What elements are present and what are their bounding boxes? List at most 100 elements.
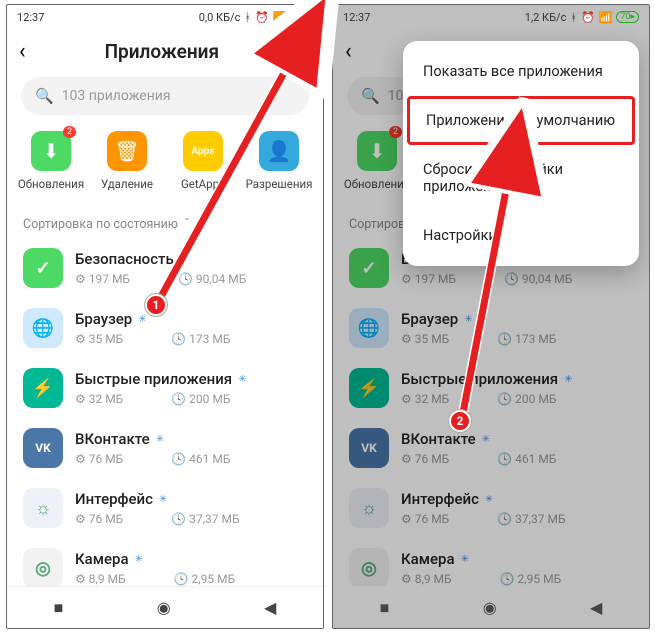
app-disk: 🕓 90,04 МБ bbox=[504, 272, 572, 286]
app-ram: ⚙ 197 МБ bbox=[401, 272, 456, 286]
app-row[interactable]: ☼ Интерфейс ✳ ⚙ 76 МБ 🕓 37,37 МБ bbox=[7, 478, 323, 538]
app-name: ВКонтакте ✳ bbox=[75, 430, 307, 448]
download-icon: ⬇2 bbox=[31, 131, 71, 171]
app-icon: ☼ bbox=[349, 488, 389, 528]
app-row[interactable]: ⚡ Быстрые приложения ✳ ⚙ 32 МБ 🕓 200 МБ bbox=[333, 358, 649, 418]
app-disk: 🕓 200 МБ bbox=[497, 392, 556, 406]
app-disk: 🕓 173 МБ bbox=[171, 332, 230, 346]
status-icons: 0,0 КБ/с ᚼ ⏰ 📶 70▸ bbox=[199, 11, 313, 24]
loading-icon: ✳ bbox=[564, 374, 572, 385]
loading-icon: ✳ bbox=[156, 434, 164, 445]
loading-icon: ✳ bbox=[135, 554, 143, 565]
app-name: Интерфейс ✳ bbox=[75, 490, 307, 508]
app-row[interactable]: 🌐Браузер ✳⚙ 35 МБ🕓 173 МБ bbox=[333, 298, 649, 358]
status-time: 12:37 bbox=[17, 11, 44, 24]
status-bar: 12:37 0,0 КБ/с ᚼ ⏰ 📶 70▸ bbox=[7, 5, 323, 29]
permissions-icon: 👤 bbox=[259, 131, 299, 171]
app-row[interactable]: VK ВКонтакте ✳ ⚙ 76 МБ 🕓 461 МБ bbox=[7, 418, 323, 478]
quick-actions: ⬇2 Обновления 🗑 Удаление Apps GetApps 👤 … bbox=[7, 127, 323, 207]
app-name: Интерфейс ✳ bbox=[401, 490, 633, 508]
app-ram: ⚙ 76 МБ bbox=[75, 452, 123, 466]
loading-icon: ✳ bbox=[180, 254, 188, 265]
app-icon: ⚡ bbox=[349, 368, 389, 408]
app-disk: 🕓 37,37 МБ bbox=[497, 512, 565, 526]
nav-back[interactable]: ◀ bbox=[590, 598, 602, 617]
status-bar: 12:37 1,2 КБ/с ᚼ ⏰ 📶 70▸ bbox=[333, 5, 649, 29]
app-row[interactable]: ✓Безопасность ✳⚙ 197 МБ🕓 90,04 МБ bbox=[7, 238, 323, 298]
loading-icon: ✳ bbox=[159, 494, 167, 505]
nav-home[interactable]: ◉ bbox=[157, 598, 171, 617]
status-net: 0,0 КБ/с bbox=[199, 11, 241, 24]
menu-default-apps[interactable]: Приложения по умолчанию bbox=[407, 96, 635, 145]
alarm-icon: ⏰ bbox=[255, 11, 269, 24]
nav-recent[interactable]: ■ bbox=[380, 598, 390, 618]
loading-icon: ✳ bbox=[238, 374, 246, 385]
app-disk: 🕓 200 МБ bbox=[171, 392, 230, 406]
app-list: ✓Безопасность ✳⚙ 197 МБ🕓 90,04 МБ🌐Браузе… bbox=[333, 238, 649, 598]
app-name: Браузер ✳ bbox=[401, 310, 633, 328]
app-disk: 🕓 173 МБ bbox=[497, 332, 556, 346]
bluetooth-icon: ᚼ bbox=[570, 11, 577, 24]
sort-label: Сортировка по состоянию bbox=[23, 217, 178, 232]
app-name: Браузер ✳ bbox=[75, 310, 307, 328]
nav-recent[interactable]: ■ bbox=[54, 598, 64, 618]
updates-badge: 2 bbox=[389, 126, 402, 138]
app-icon: ◎ bbox=[23, 548, 63, 588]
app-ram: ⚙ 35 МБ bbox=[75, 332, 123, 346]
menu-reset-app-prefs[interactable]: Сбросить настройки приложений bbox=[403, 145, 639, 211]
header: ‹ Приложения ⋮ bbox=[7, 29, 323, 73]
overflow-menu: Показать все приложения Приложения по ум… bbox=[403, 41, 639, 266]
app-ram: ⚙ 8,9 МБ bbox=[75, 572, 126, 586]
app-name: ВКонтакте ✳ bbox=[401, 430, 633, 448]
search-icon: 🔍 bbox=[35, 87, 54, 105]
app-row[interactable]: ☼Интерфейс ✳⚙ 76 МБ🕓 37,37 МБ bbox=[333, 478, 649, 538]
quick-updates[interactable]: ⬇2 Обновления bbox=[342, 131, 412, 191]
app-ram: ⚙ 8,9 МБ bbox=[401, 572, 452, 586]
app-name: Камера ✳ bbox=[401, 550, 633, 568]
callout-2: 2 bbox=[449, 410, 471, 432]
app-icon: 🌐 bbox=[23, 308, 63, 348]
loading-icon: ✳ bbox=[482, 434, 490, 445]
app-disk: 🕓 2,95 МБ bbox=[500, 572, 562, 586]
quick-getapps[interactable]: Apps GetApps bbox=[168, 131, 238, 191]
more-menu-button[interactable]: ⋮ bbox=[290, 39, 311, 64]
search-icon: 🔍 bbox=[361, 87, 380, 105]
app-ram: ⚙ 32 МБ bbox=[401, 392, 449, 406]
back-button[interactable]: ‹ bbox=[19, 39, 26, 64]
updates-badge: 2 bbox=[63, 126, 76, 138]
wifi-icon: 📶 bbox=[273, 11, 287, 24]
app-icon: ⚡ bbox=[23, 368, 63, 408]
app-row[interactable]: VKВКонтакте ✳⚙ 76 МБ🕓 461 МБ bbox=[333, 418, 649, 478]
app-disk: 🕓 90,04 МБ bbox=[178, 272, 246, 286]
loading-icon: ✳ bbox=[461, 554, 469, 565]
nav-bar: ■ ◉ ◀ bbox=[7, 586, 323, 628]
app-name: Быстрые приложения ✳ bbox=[401, 370, 633, 388]
wifi-icon: 📶 bbox=[599, 11, 613, 24]
status-time: 12:37 bbox=[343, 11, 370, 24]
menu-settings[interactable]: Настройки bbox=[403, 211, 639, 260]
callout-1: 1 bbox=[145, 294, 167, 316]
bluetooth-icon: ᚼ bbox=[244, 11, 251, 24]
chevron-down-icon: ˇ bbox=[184, 217, 190, 232]
menu-show-all[interactable]: Показать все приложения bbox=[403, 47, 639, 96]
battery-icon: 70▸ bbox=[616, 11, 639, 23]
app-ram: ⚙ 76 МБ bbox=[75, 512, 123, 526]
app-icon: ✓ bbox=[23, 248, 63, 288]
search-input[interactable]: 🔍 103 приложения bbox=[21, 77, 309, 115]
nav-home[interactable]: ◉ bbox=[483, 598, 497, 617]
quick-permissions[interactable]: 👤 Разрешения bbox=[244, 131, 314, 191]
app-icon: ☼ bbox=[23, 488, 63, 528]
quick-updates[interactable]: ⬇2 Обновления bbox=[16, 131, 86, 191]
getapps-icon: Apps bbox=[183, 131, 223, 171]
app-row[interactable]: ⚡Быстрые приложения ✳⚙ 32 МБ🕓 200 МБ bbox=[7, 358, 323, 418]
back-button[interactable]: ‹ bbox=[345, 39, 352, 64]
app-icon: VK bbox=[23, 428, 63, 468]
app-ram: ⚙ 76 МБ bbox=[401, 452, 449, 466]
nav-back[interactable]: ◀ bbox=[264, 598, 276, 617]
app-disk: 🕓 37,37 МБ bbox=[171, 512, 239, 526]
app-disk: 🕓 461 МБ bbox=[171, 452, 230, 466]
phone-right: 12:37 1,2 КБ/с ᚼ ⏰ 📶 70▸ ‹ Приложения ⋮ … bbox=[332, 4, 650, 629]
sort-row[interactable]: Сортировка по состоянию ˇ bbox=[7, 207, 323, 238]
app-name: Безопасность ✳ bbox=[75, 250, 307, 268]
quick-delete[interactable]: 🗑 Удаление bbox=[92, 131, 162, 191]
